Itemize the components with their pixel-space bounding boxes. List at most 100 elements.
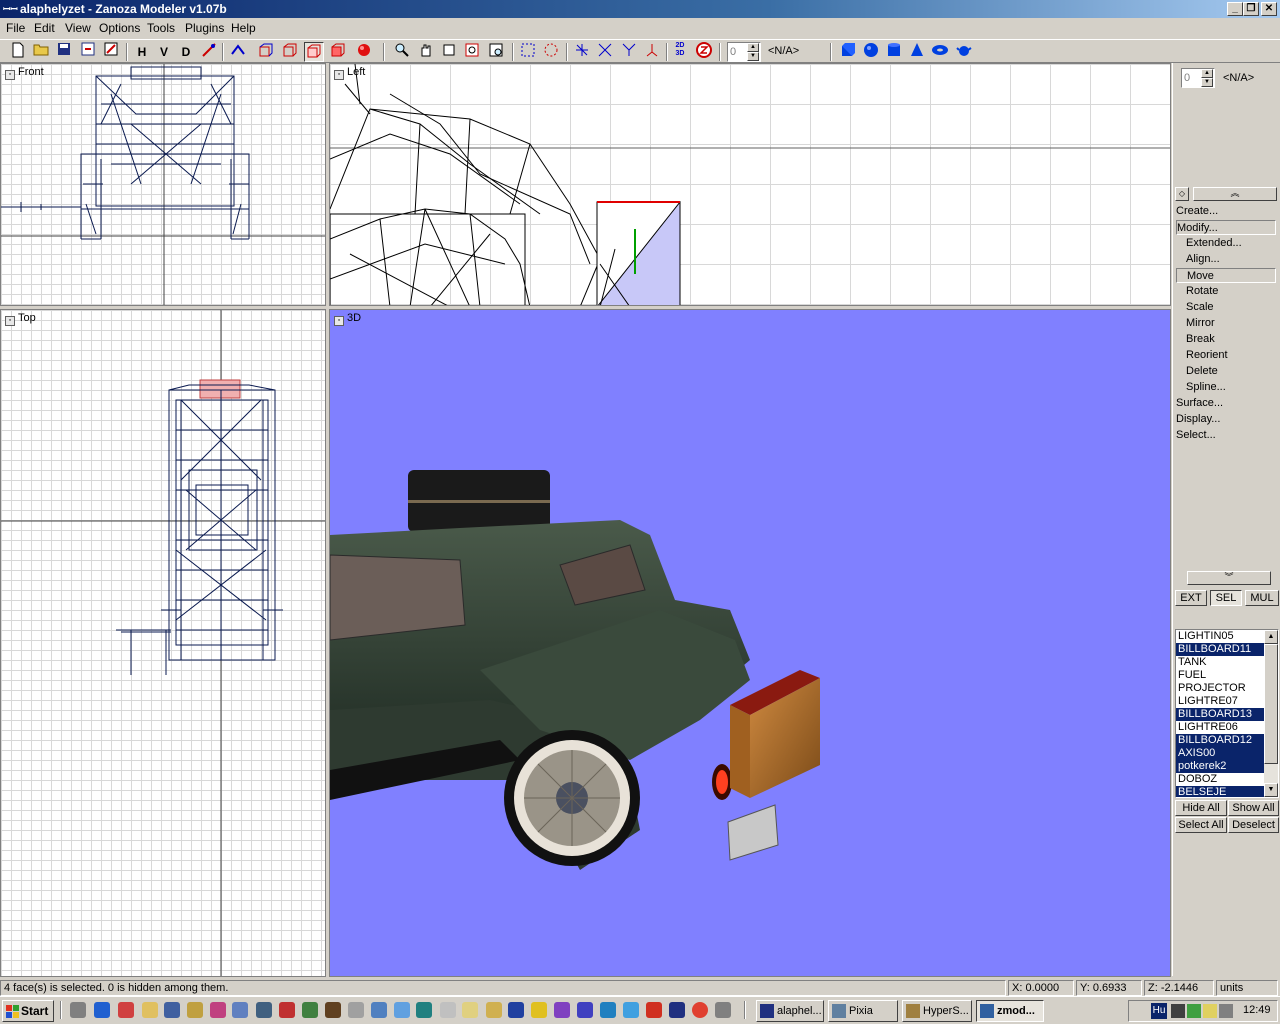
- teapot-prim-icon[interactable]: [954, 42, 974, 62]
- quicklaunch-grid-icon[interactable]: [348, 1002, 364, 1018]
- panel-spin-down-button[interactable]: ▼: [1201, 78, 1213, 87]
- quicklaunch-flag-icon[interactable]: [279, 1002, 295, 1018]
- show-all-button[interactable]: Show All: [1228, 800, 1279, 816]
- axis-x-icon[interactable]: [595, 42, 615, 62]
- list-item[interactable]: FUEL: [1176, 669, 1264, 682]
- list-item[interactable]: LIGHTRE07: [1176, 695, 1264, 708]
- quicklaunch-2k-icon[interactable]: [440, 1002, 456, 1018]
- tray-notes-icon[interactable]: [1203, 1004, 1217, 1018]
- viewport-3d-label[interactable]: ▫ 3D: [334, 312, 361, 326]
- list-item[interactable]: PROJECTOR: [1176, 682, 1264, 695]
- quicklaunch-3d-icon[interactable]: [669, 1002, 685, 1018]
- wand-icon[interactable]: [199, 42, 219, 62]
- select-circle-icon[interactable]: [541, 42, 561, 62]
- d-button[interactable]: D: [176, 42, 196, 62]
- viewport-front-label[interactable]: ▫ Front: [5, 66, 44, 80]
- zoom-region-icon[interactable]: [462, 42, 482, 62]
- quicklaunch-settings-icon[interactable]: [577, 1002, 593, 1018]
- scroll-up-button[interactable]: ︽: [1193, 187, 1277, 201]
- link-icon[interactable]: [228, 42, 248, 62]
- quicklaunch-window-icon[interactable]: [394, 1002, 410, 1018]
- pan-hand-icon[interactable]: [416, 42, 436, 62]
- quicklaunch-ie-icon[interactable]: [94, 1002, 110, 1018]
- spin-up-button[interactable]: ▲: [747, 43, 759, 52]
- scroll-down-button[interactable]: ︾: [1187, 571, 1271, 585]
- torus-prim-icon[interactable]: [930, 42, 950, 62]
- render-sphere-icon[interactable]: [354, 42, 374, 62]
- quicklaunch-desktop-icon[interactable]: [70, 1002, 86, 1018]
- viewport-3d[interactable]: ▫ 3D: [329, 309, 1171, 977]
- viewport-menu-icon[interactable]: ▫: [334, 316, 344, 326]
- quicklaunch-tree-icon[interactable]: [302, 1002, 318, 1018]
- object-list-scrollbar[interactable]: ▲ ▼: [1264, 630, 1278, 797]
- command-spline[interactable]: Spline...: [1176, 380, 1276, 395]
- cone-prim-icon[interactable]: [907, 42, 927, 62]
- quicklaunch-hat-icon[interactable]: [325, 1002, 341, 1018]
- panel-spin-up-button[interactable]: ▲: [1201, 69, 1213, 78]
- export-icon[interactable]: [101, 42, 121, 62]
- quicklaunch-globe-icon[interactable]: [256, 1002, 272, 1018]
- list-item[interactable]: BILLBOARD11: [1176, 643, 1264, 656]
- menu-view[interactable]: View: [65, 21, 91, 35]
- list-item[interactable]: DOBOZ: [1176, 773, 1264, 786]
- menu-options[interactable]: Options: [99, 21, 140, 35]
- axis-xyz-icon[interactable]: [572, 42, 592, 62]
- list-item[interactable]: BELSEJE: [1176, 786, 1264, 797]
- quicklaunch-player-icon[interactable]: [210, 1002, 226, 1018]
- maximize-button[interactable]: ❐: [1243, 2, 1259, 16]
- task-pixia[interactable]: Pixia: [828, 1000, 898, 1022]
- h-button[interactable]: H: [132, 42, 152, 62]
- tray-app-icon[interactable]: [1187, 1004, 1201, 1018]
- select-all-button[interactable]: Select All: [1175, 817, 1227, 833]
- menu-tools[interactable]: Tools: [147, 21, 175, 35]
- menu-help[interactable]: Help: [231, 21, 256, 35]
- command-extended[interactable]: Extended...: [1176, 236, 1276, 251]
- command-surface[interactable]: Surface...: [1176, 396, 1276, 411]
- panel-spin-input[interactable]: 0 ▲ ▼: [1181, 68, 1215, 88]
- mode-mul-button[interactable]: MUL: [1245, 590, 1279, 606]
- new-file-icon[interactable]: [8, 42, 28, 62]
- panel-toggle-button[interactable]: ◇: [1175, 187, 1189, 201]
- minimize-button[interactable]: _: [1227, 2, 1243, 16]
- mode-sel-button[interactable]: SEL: [1210, 590, 1242, 606]
- mode-ext-button[interactable]: EXT: [1175, 590, 1207, 606]
- quicklaunch-tools-icon[interactable]: [715, 1002, 731, 1018]
- import-icon[interactable]: [78, 42, 98, 62]
- quicklaunch-notes-icon[interactable]: [142, 1002, 158, 1018]
- task-zmod[interactable]: zmod...: [976, 1000, 1044, 1022]
- spin-down-button[interactable]: ▼: [747, 52, 759, 61]
- quicklaunch-za-icon[interactable]: [646, 1002, 662, 1018]
- box-wire-icon[interactable]: [256, 42, 276, 62]
- command-delete[interactable]: Delete: [1176, 364, 1276, 379]
- viewport-top[interactable]: ▫ Top: [0, 309, 326, 977]
- quicklaunch-n-icon[interactable]: [600, 1002, 616, 1018]
- open-folder-icon[interactable]: [31, 42, 51, 62]
- list-scroll-down-button[interactable]: ▼: [1264, 783, 1278, 797]
- tray-speaker-icon[interactable]: [1219, 1004, 1233, 1018]
- list-item[interactable]: BILLBOARD12: [1176, 734, 1264, 747]
- zoom-extents-icon[interactable]: [439, 42, 459, 62]
- language-indicator[interactable]: Hu: [1151, 1003, 1167, 1019]
- quicklaunch-monitor-icon[interactable]: [416, 1002, 432, 1018]
- list-item[interactable]: TANK: [1176, 656, 1264, 669]
- list-item[interactable]: AXIS00: [1176, 747, 1264, 760]
- toolbar-spin-input[interactable]: 0 ▲ ▼: [727, 42, 761, 62]
- zoom-all-icon[interactable]: [486, 42, 506, 62]
- list-item[interactable]: LIGHTIN05: [1176, 630, 1264, 643]
- quicklaunch-media-icon[interactable]: [554, 1002, 570, 1018]
- menu-file[interactable]: File: [6, 21, 25, 35]
- viewport-left[interactable]: ▫ Left: [329, 63, 1171, 306]
- zanoza-logo-icon[interactable]: [694, 42, 714, 62]
- list-scroll-up-button[interactable]: ▲: [1264, 630, 1278, 644]
- viewport-front[interactable]: ▫ Front: [0, 63, 326, 306]
- viewport-menu-icon[interactable]: ▫: [5, 70, 15, 80]
- object-list[interactable]: LIGHTIN05 BILLBOARD11 TANK FUEL PROJECTOR LIG…: [1175, 629, 1279, 798]
- list-item[interactable]: LIGHTRE06: [1176, 721, 1264, 734]
- command-break[interactable]: Break: [1176, 332, 1276, 347]
- zoom-icon[interactable]: [392, 42, 412, 62]
- box-smooth-icon[interactable]: [304, 42, 324, 62]
- sphere-prim-icon[interactable]: [861, 42, 881, 62]
- quicklaunch-image-icon[interactable]: [164, 1002, 180, 1018]
- command-reorient[interactable]: Reorient: [1176, 348, 1276, 363]
- command-mirror[interactable]: Mirror: [1176, 316, 1276, 331]
